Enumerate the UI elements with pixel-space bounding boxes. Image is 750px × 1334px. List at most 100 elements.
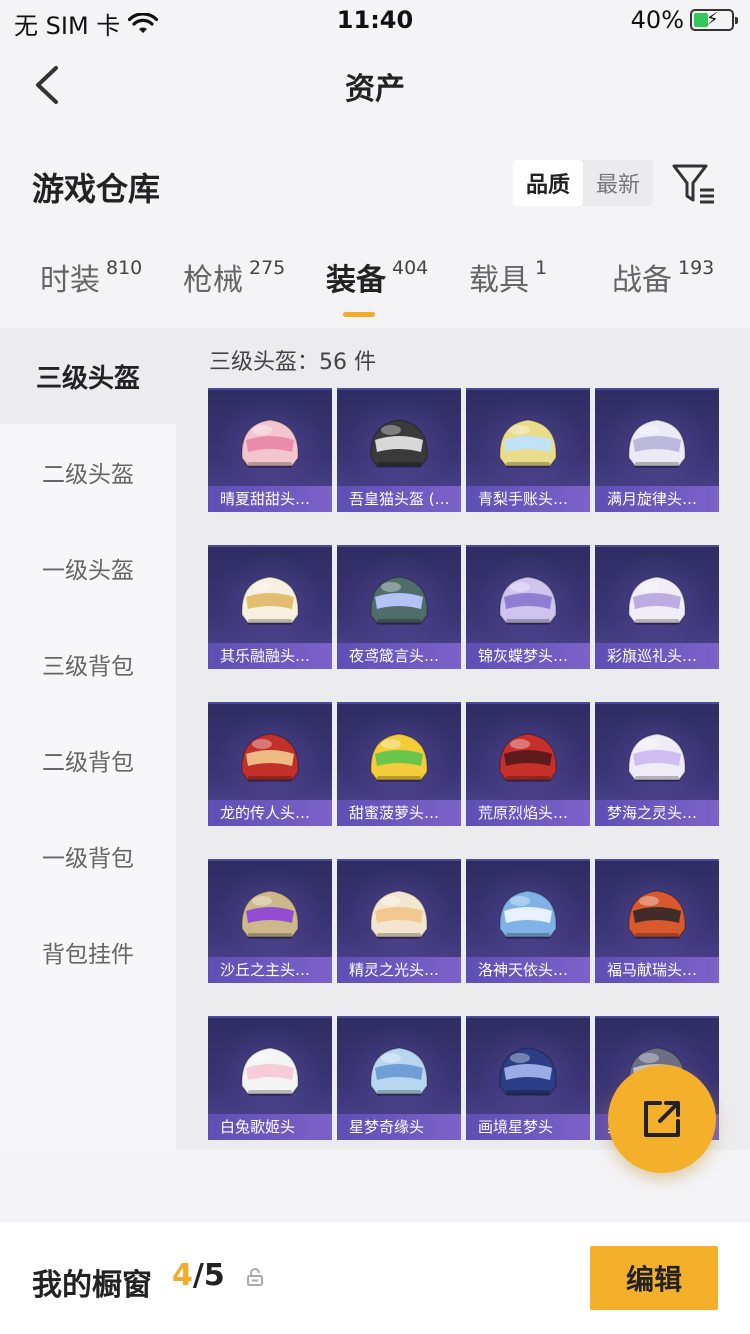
- showcase-current: 4: [172, 1258, 193, 1293]
- item-name: 白兔歌姬头: [208, 1114, 332, 1140]
- item-name: 梦海之灵头…: [595, 800, 719, 826]
- helmet-icon: [499, 576, 557, 625]
- category-tabs: 时装 810 枪械 275 装备 404 载具 1 战备 193: [0, 255, 750, 319]
- sidebar-item[interactable]: 二级头盔: [0, 424, 176, 520]
- warehouse-header: 游戏仓库 品质 最新: [0, 156, 750, 216]
- tab-equipment[interactable]: 装备 404: [326, 255, 428, 299]
- item-name: 沙丘之主头…: [208, 957, 332, 983]
- tab-label: 时装: [40, 263, 100, 298]
- sidebar-item[interactable]: 背包挂件: [0, 904, 176, 1000]
- helmet-icon: [241, 733, 299, 782]
- item-card[interactable]: 吾皇猫头盔 (…: [337, 388, 461, 512]
- item-card[interactable]: 甜蜜菠萝头…: [337, 702, 461, 826]
- tab-weapons[interactable]: 枪械 275: [183, 255, 285, 299]
- helmet-icon: [370, 419, 428, 468]
- item-card[interactable]: 夜鸢箴言头…: [337, 545, 461, 669]
- helmet-icon: [241, 890, 299, 939]
- item-card[interactable]: 其乐融融头…: [208, 545, 332, 669]
- helmet-icon: [370, 1047, 428, 1096]
- helmet-icon: [499, 890, 557, 939]
- helmet-icon: [628, 890, 686, 939]
- item-name: 锦灰蝶梦头…: [466, 643, 590, 669]
- item-name: 吾皇猫头盔 (…: [337, 486, 461, 512]
- nav-title: 资产: [345, 72, 405, 107]
- helmet-icon: [370, 576, 428, 625]
- status-bar: 无 SIM 卡 11:40 40% ⚡: [0, 0, 750, 44]
- item-card[interactable]: 精灵之光头…: [337, 859, 461, 983]
- item-card[interactable]: 星梦奇缘头: [337, 1016, 461, 1140]
- item-grid-area[interactable]: 三级头盔：56 件 晴夏甜甜头… 吾皇猫头盔 (… 青梨手账头… 满月旋律头… 其乐融融…: [176, 328, 750, 1150]
- active-tab-indicator: [343, 312, 375, 317]
- helmet-icon: [499, 733, 557, 782]
- sidebar-item[interactable]: 一级背包: [0, 808, 176, 904]
- tab-count: 810: [106, 257, 143, 279]
- lock-icon: [247, 1268, 263, 1286]
- tab-count: 404: [392, 257, 429, 279]
- showcase-count: 4/5: [172, 1258, 225, 1293]
- item-name: 荒原烈焰头…: [466, 800, 590, 826]
- tab-label: 载具: [469, 263, 529, 298]
- sidebar-item[interactable]: 三级头盔: [0, 328, 176, 424]
- item-card[interactable]: 画境星梦头: [466, 1016, 590, 1140]
- tab-count: 1: [535, 257, 548, 279]
- showcase-total: /5: [192, 1258, 225, 1293]
- sidebar-item[interactable]: 二级背包: [0, 712, 176, 808]
- battery-group: 40% ⚡: [630, 6, 738, 34]
- sort-toggle: 品质 最新: [513, 160, 653, 206]
- helmet-icon: [499, 419, 557, 468]
- tab-count: 275: [249, 257, 286, 279]
- tab-fashion[interactable]: 时装 810: [40, 255, 142, 299]
- sidebar-item[interactable]: 三级背包: [0, 616, 176, 712]
- item-name: 青梨手账头…: [466, 486, 590, 512]
- tab-label: 装备: [326, 263, 386, 298]
- showcase-bar: 我的橱窗 4/5 编辑: [0, 1222, 750, 1334]
- item-card[interactable]: 福马献瑞头…: [595, 859, 719, 983]
- edit-button[interactable]: 编辑: [590, 1246, 718, 1310]
- sort-quality-button[interactable]: 品质: [513, 160, 583, 206]
- sidebar-item[interactable]: 一级头盔: [0, 520, 176, 616]
- item-card[interactable]: 梦海之灵头…: [595, 702, 719, 826]
- item-card[interactable]: 龙的传人头…: [208, 702, 332, 826]
- helmet-icon: [241, 576, 299, 625]
- item-card[interactable]: 彩旗巡礼头…: [595, 545, 719, 669]
- item-name: 精灵之光头…: [337, 957, 461, 983]
- item-card[interactable]: 白兔歌姬头: [208, 1016, 332, 1140]
- filter-icon[interactable]: [670, 160, 718, 208]
- tab-supplies[interactable]: 战备 193: [612, 255, 714, 299]
- item-card[interactable]: 荒原烈焰头…: [466, 702, 590, 826]
- item-name: 洛神天依头…: [466, 957, 590, 983]
- sort-latest-button[interactable]: 最新: [583, 160, 653, 206]
- battery-text: 40%: [630, 6, 684, 34]
- item-name: 龙的传人头…: [208, 800, 332, 826]
- helmet-icon: [370, 733, 428, 782]
- item-name: 星梦奇缘头: [337, 1114, 461, 1140]
- helmet-icon: [628, 419, 686, 468]
- item-name: 夜鸢箴言头…: [337, 643, 461, 669]
- item-name: 彩旗巡礼头…: [595, 643, 719, 669]
- tab-label: 战备: [612, 263, 672, 298]
- share-button[interactable]: [608, 1065, 716, 1173]
- page-title: 游戏仓库: [32, 170, 161, 208]
- helmet-icon: [241, 419, 299, 468]
- item-card[interactable]: 满月旋律头…: [595, 388, 719, 512]
- item-count-label: 三级头盔：56 件: [209, 350, 376, 375]
- charging-bolt-icon: ⚡: [706, 9, 719, 30]
- item-grid: 晴夏甜甜头… 吾皇猫头盔 (… 青梨手账头… 满月旋律头… 其乐融融头… 夜鸢箴言头… 锦灰…: [208, 388, 720, 1140]
- item-name: 画境星梦头: [466, 1114, 590, 1140]
- item-card[interactable]: 沙丘之主头…: [208, 859, 332, 983]
- item-name: 甜蜜菠萝头…: [337, 800, 461, 826]
- tab-count: 193: [678, 257, 715, 279]
- item-card[interactable]: 洛神天依头…: [466, 859, 590, 983]
- item-name: 其乐融融头…: [208, 643, 332, 669]
- battery-icon: ⚡: [690, 9, 738, 31]
- item-card[interactable]: 锦灰蝶梦头…: [466, 545, 590, 669]
- tab-label: 枪械: [183, 263, 243, 298]
- item-card[interactable]: 青梨手账头…: [466, 388, 590, 512]
- helmet-icon: [628, 576, 686, 625]
- content-area: 三级头盔 二级头盔 一级头盔 三级背包 二级背包 一级背包 背包挂件 三级头盔：56 件 晴…: [0, 328, 750, 1150]
- item-card[interactable]: 晴夏甜甜头…: [208, 388, 332, 512]
- subcategory-sidebar: 三级头盔 二级头盔 一级头盔 三级背包 二级背包 一级背包 背包挂件: [0, 328, 176, 1150]
- tab-vehicles[interactable]: 载具 1: [469, 255, 547, 299]
- helmet-icon: [628, 733, 686, 782]
- helmet-icon: [241, 1047, 299, 1096]
